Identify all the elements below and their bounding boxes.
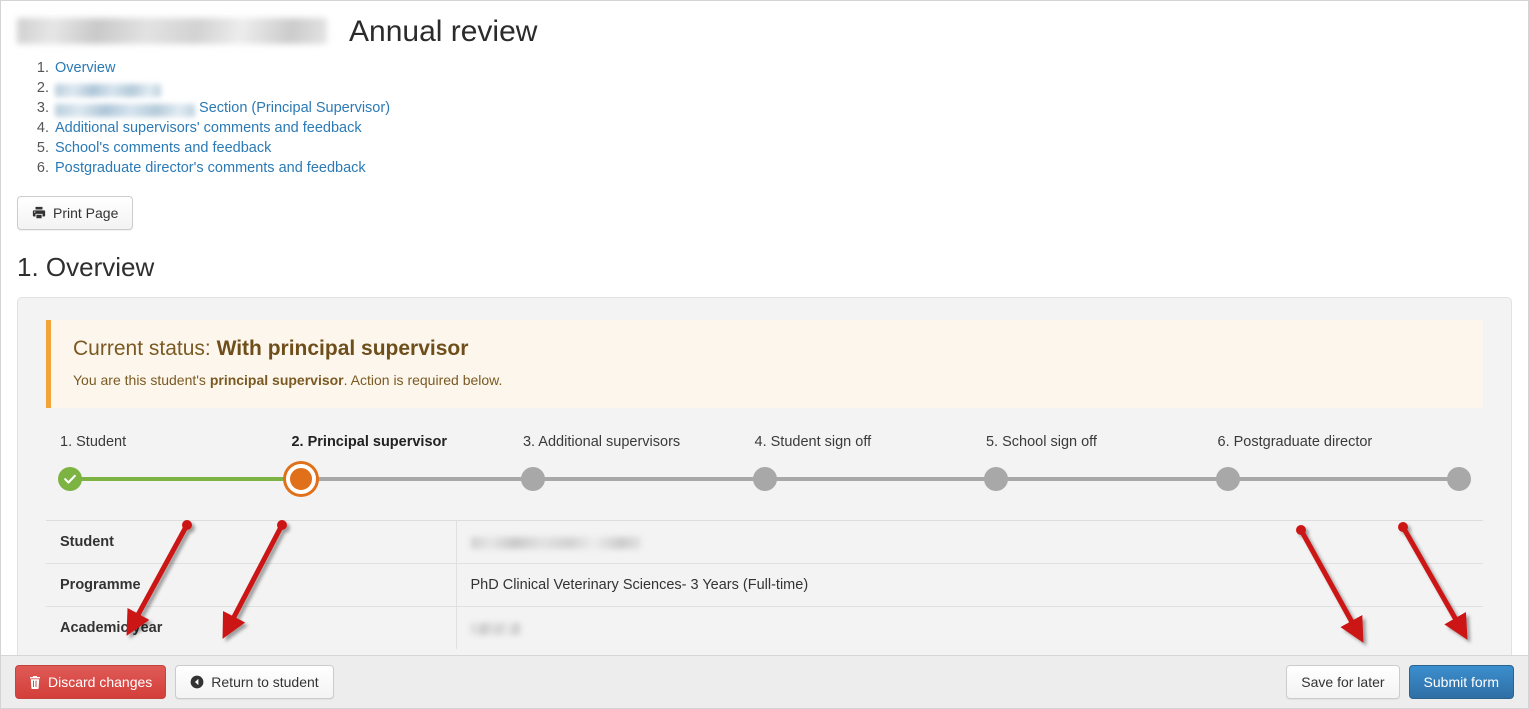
toc-item-redacted-1[interactable] xyxy=(53,78,1528,98)
redacted-value xyxy=(471,537,641,549)
form-action-bar: Discard changes Return to student Save f… xyxy=(1,655,1528,708)
table-row-value xyxy=(456,520,1483,563)
stepper-dot-6-pending xyxy=(1216,467,1240,491)
back-circle-icon xyxy=(190,675,204,689)
return-to-student-button[interactable]: Return to student xyxy=(175,665,333,699)
redacted-toc-label-1 xyxy=(55,84,161,97)
stepper-dot-5-pending xyxy=(984,467,1008,491)
progress-stepper: 1. Student 2. Principal supervisor 3. Addi… xyxy=(58,434,1471,496)
table-row-value: PhD Clinical Veterinary Sciences- 3 Year… xyxy=(456,563,1483,606)
table-row-label: Programme xyxy=(46,563,456,606)
stepper-label-1: 1. Student xyxy=(60,434,126,450)
table-row-label: Student xyxy=(46,520,456,563)
status-alert: Current status: With principal superviso… xyxy=(46,320,1483,407)
save-for-later-button[interactable]: Save for later xyxy=(1286,665,1399,699)
status-alert-subtext: You are this student's principal supervi… xyxy=(73,371,1463,389)
stepper-label-4: 4. Student sign off xyxy=(755,434,872,450)
toc-link-additional-supervisors[interactable]: Additional supervisors' comments and fee… xyxy=(55,120,362,136)
stepper-dot-1-done xyxy=(58,467,82,491)
table-row-label: Academic year xyxy=(46,606,456,649)
stepper-dot-2-current xyxy=(286,464,316,494)
status-sub-bold: principal supervisor xyxy=(210,372,344,388)
print-page-label: Print Page xyxy=(53,206,118,220)
toc-link-school-comments[interactable]: School's comments and feedback xyxy=(55,140,271,156)
table-row-value xyxy=(456,606,1483,649)
form-actions-left: Discard changes Return to student xyxy=(15,665,334,699)
table-row: Academic year xyxy=(46,606,1483,649)
app-viewport: Annual review Overview Section (Principa… xyxy=(0,0,1529,709)
stepper-dot-4-pending xyxy=(753,467,777,491)
stepper-dot-end xyxy=(1447,467,1471,491)
discard-changes-label: Discard changes xyxy=(48,675,152,689)
trash-icon xyxy=(29,676,41,689)
redacted-toc-label-2 xyxy=(55,104,195,117)
student-info-table: StudentProgrammePhD Clinical Veterinary … xyxy=(46,520,1483,649)
page-header: Annual review xyxy=(1,1,1528,48)
status-sub-suffix: . Action is required below. xyxy=(344,372,503,388)
page-title: Annual review xyxy=(349,15,537,48)
stepper-track-completed xyxy=(70,477,302,481)
table-row: Student xyxy=(46,520,1483,563)
status-prefix: Current status: xyxy=(73,337,217,360)
toc-link-postgraduate-director[interactable]: Postgraduate director's comments and fee… xyxy=(55,160,366,176)
status-sub-prefix: You are this student's xyxy=(73,372,210,388)
toc-item-additional-supervisors[interactable]: Additional supervisors' comments and fee… xyxy=(53,118,1528,138)
submit-form-button[interactable]: Submit form xyxy=(1409,665,1514,699)
toc-item-overview[interactable]: Overview xyxy=(53,58,1528,78)
print-page-button[interactable]: Print Page xyxy=(17,196,133,230)
table-row: ProgrammePhD Clinical Veterinary Science… xyxy=(46,563,1483,606)
form-actions-right: Save for later Submit form xyxy=(1286,665,1514,699)
overview-panel: Current status: With principal superviso… xyxy=(17,297,1512,659)
stepper-label-2: 2. Principal supervisor xyxy=(291,434,447,450)
stepper-label-5: 5. School sign off xyxy=(986,434,1097,450)
redacted-value xyxy=(471,623,521,635)
printer-icon xyxy=(32,206,46,220)
table-of-contents: Overview Section (Principal Supervisor) … xyxy=(1,58,1528,178)
submit-form-label: Submit form xyxy=(1424,675,1499,689)
toc-item-school-comments[interactable]: School's comments and feedback xyxy=(53,138,1528,158)
redacted-student-name xyxy=(17,18,327,44)
toc-link-principal-supervisor-section[interactable]: Section (Principal Supervisor) xyxy=(195,100,390,116)
return-to-student-label: Return to student xyxy=(211,675,318,689)
toc-link-overview[interactable]: Overview xyxy=(55,60,115,76)
section-heading: 1. Overview xyxy=(17,252,1528,283)
stepper-dot-3-pending xyxy=(521,467,545,491)
save-for-later-label: Save for later xyxy=(1301,675,1384,689)
toc-item-principal-supervisor-section[interactable]: Section (Principal Supervisor) xyxy=(53,98,1528,118)
stepper-label-6: 6. Postgraduate director xyxy=(1218,434,1373,450)
status-alert-title: Current status: With principal superviso… xyxy=(73,336,1463,362)
discard-changes-button[interactable]: Discard changes xyxy=(15,665,166,699)
status-value: With principal supervisor xyxy=(217,337,469,360)
toc-item-postgraduate-director[interactable]: Postgraduate director's comments and fee… xyxy=(53,158,1528,178)
print-toolbar: Print Page xyxy=(1,178,1528,230)
stepper-label-3: 3. Additional supervisors xyxy=(523,434,680,450)
